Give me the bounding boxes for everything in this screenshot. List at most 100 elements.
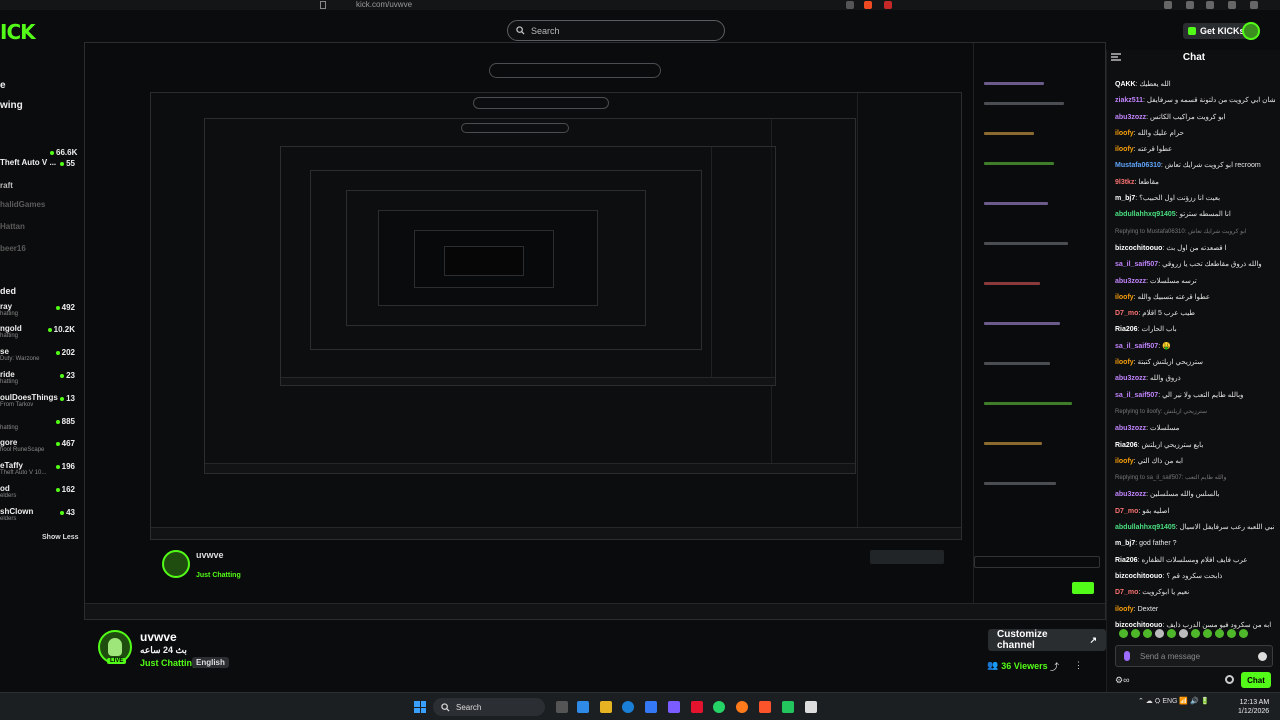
recommended-channel[interactable]: ray hatting 492 [0,302,80,318]
profile-avatar[interactable] [1242,22,1260,40]
share-icon[interactable]: ⤴ [1050,660,1060,672]
notepad-icon[interactable] [805,701,817,713]
chat-username[interactable]: ziakz511 [1115,97,1143,104]
emote-icon[interactable] [1203,629,1212,638]
chat-username[interactable]: Ria206 [1115,326,1138,333]
chat-username[interactable]: 9l3tkz [1115,179,1134,186]
task-view-icon[interactable] [556,701,568,713]
microphone-icon[interactable] [1124,651,1130,661]
chat-username[interactable]: bizcochitoouo [1115,622,1162,629]
category-link[interactable]: Just Chatting [140,658,198,668]
brave-shield-icon[interactable] [864,1,872,9]
menu-icon[interactable] [1250,1,1258,9]
language-tag[interactable]: English [192,657,229,668]
chat-username[interactable]: m_bj7 [1115,195,1135,202]
chat-username[interactable]: D7_mo [1115,589,1138,596]
recommended-channel[interactable]: ngold hatting 10.2K [0,324,80,340]
chat-username[interactable]: iloofy [1115,606,1134,613]
chat-username[interactable]: Ria206 [1115,442,1138,449]
chat-username[interactable]: abdullahhxq91405 [1115,524,1176,531]
sidebar-channel[interactable]: raft [0,181,80,197]
app-icon[interactable] [736,701,748,713]
chat-username[interactable]: D7_mo [1115,508,1138,515]
recommended-channel[interactable]: ride hatting 23 [0,370,80,386]
emote-icon[interactable] [1179,629,1188,638]
kick-logo[interactable]: ICK [0,20,36,44]
chat-username[interactable]: sa_il_saif507 [1115,343,1158,350]
edge-icon[interactable] [622,701,634,713]
chat-username[interactable]: iloofy [1115,458,1134,465]
video-player[interactable]: uvwve Just Chatting [84,42,1106,620]
chat-username[interactable]: abu3zozz [1115,114,1146,121]
recommended-channel[interactable]: oulDoesThings From Tarkov 13 [0,393,80,409]
chat-username[interactable]: abdullahhxq91405 [1115,211,1176,218]
emote-icon[interactable] [1143,629,1152,638]
send-chat-button[interactable]: Chat [1241,672,1271,688]
recommended-channel[interactable]: eTaffy Theft Auto V 10... 196 [0,461,80,477]
whatsapp-icon[interactable] [713,701,725,713]
chat-username[interactable]: iloofy [1115,359,1134,366]
emote-icon[interactable] [1191,629,1200,638]
chat-username[interactable]: sa_il_saif507 [1115,392,1158,399]
nav-following[interactable]: wing [0,100,23,111]
chat-username[interactable]: Ria206 [1115,557,1138,564]
customize-channel-button[interactable]: Customize channel ↗ [988,629,1106,651]
emote-icon[interactable] [1119,629,1128,638]
recommended-channel[interactable]: gore hool RuneScape 467 [0,438,80,454]
sidebar-channel[interactable]: Hattan [0,222,80,238]
brave-icon[interactable] [759,701,771,713]
recommended-channel[interactable]: od elders 162 [0,484,80,500]
bookmark-icon[interactable] [320,1,326,9]
share-icon[interactable] [846,1,854,9]
app-icon[interactable] [691,701,703,713]
emote-icon[interactable] [1131,629,1140,638]
recommended-channel[interactable]: se Duty: Warzone 202 [0,347,80,363]
nav-browse[interactable]: e [0,80,6,91]
show-less-button[interactable]: Show Less [42,534,79,541]
recommended-channel[interactable]: hatting 885 [0,416,80,432]
sidebar-icon[interactable] [1186,1,1194,9]
chat-username[interactable]: QAKK [1115,81,1136,88]
sidebar-channel[interactable]: Theft Auto V ... 55 [0,158,80,174]
extensions-icon[interactable] [1164,1,1172,9]
emote-icon[interactable] [1227,629,1236,638]
chat-username[interactable]: Mustafa06310 [1115,162,1161,169]
extension-icon[interactable] [884,1,892,9]
chat-username[interactable]: abu3zozz [1115,375,1146,382]
app-icon[interactable] [782,701,794,713]
copilot-icon[interactable] [577,701,589,713]
more-options-icon[interactable]: ⋮ [1074,660,1084,670]
emoji-icon[interactable] [1258,652,1267,661]
recommended-channel[interactable]: shClown elders 43 [0,507,80,523]
chat-username[interactable]: abu3zozz [1115,425,1146,432]
chat-username[interactable]: bizcochitoouo [1115,245,1162,252]
gear-icon[interactable] [1225,675,1234,684]
emote-icon[interactable] [1167,629,1176,638]
sidebar-channel[interactable]: halidGames [0,200,80,216]
taskbar-search[interactable]: Search [433,698,545,716]
tab-icon[interactable] [1206,1,1214,9]
chat-username[interactable]: m_bj7 [1115,540,1135,547]
system-clock[interactable]: 12:13 AM 1/12/2026 [1238,698,1269,716]
emote-icon[interactable] [1155,629,1164,638]
chat-settings-icon[interactable]: ⚙∞ [1115,675,1129,686]
emote-icon[interactable] [1239,629,1248,638]
search-input[interactable]: Search [507,20,725,41]
emote-icon[interactable] [1215,629,1224,638]
chat-message-input[interactable]: Send a message [1115,645,1273,667]
chat-username[interactable]: bizcochitoouo [1115,573,1162,580]
download-icon[interactable] [1228,1,1236,9]
discord-icon[interactable] [668,701,680,713]
address-bar[interactable]: kick.com/uvwve [356,0,412,10]
chat-username[interactable]: iloofy [1115,130,1134,137]
windows-start-icon[interactable] [414,701,426,713]
chat-username[interactable]: iloofy [1115,146,1134,153]
sidebar-channel[interactable]: beer16 [0,244,80,260]
chat-username[interactable]: iloofy [1115,294,1134,301]
store-icon[interactable] [645,701,657,713]
chat-username[interactable]: abu3zozz [1115,491,1146,498]
chat-username[interactable]: abu3zozz [1115,278,1146,285]
chat-username[interactable]: D7_mo [1115,310,1138,317]
chat-username[interactable]: sa_il_saif507 [1115,261,1158,268]
file-explorer-icon[interactable] [600,701,612,713]
